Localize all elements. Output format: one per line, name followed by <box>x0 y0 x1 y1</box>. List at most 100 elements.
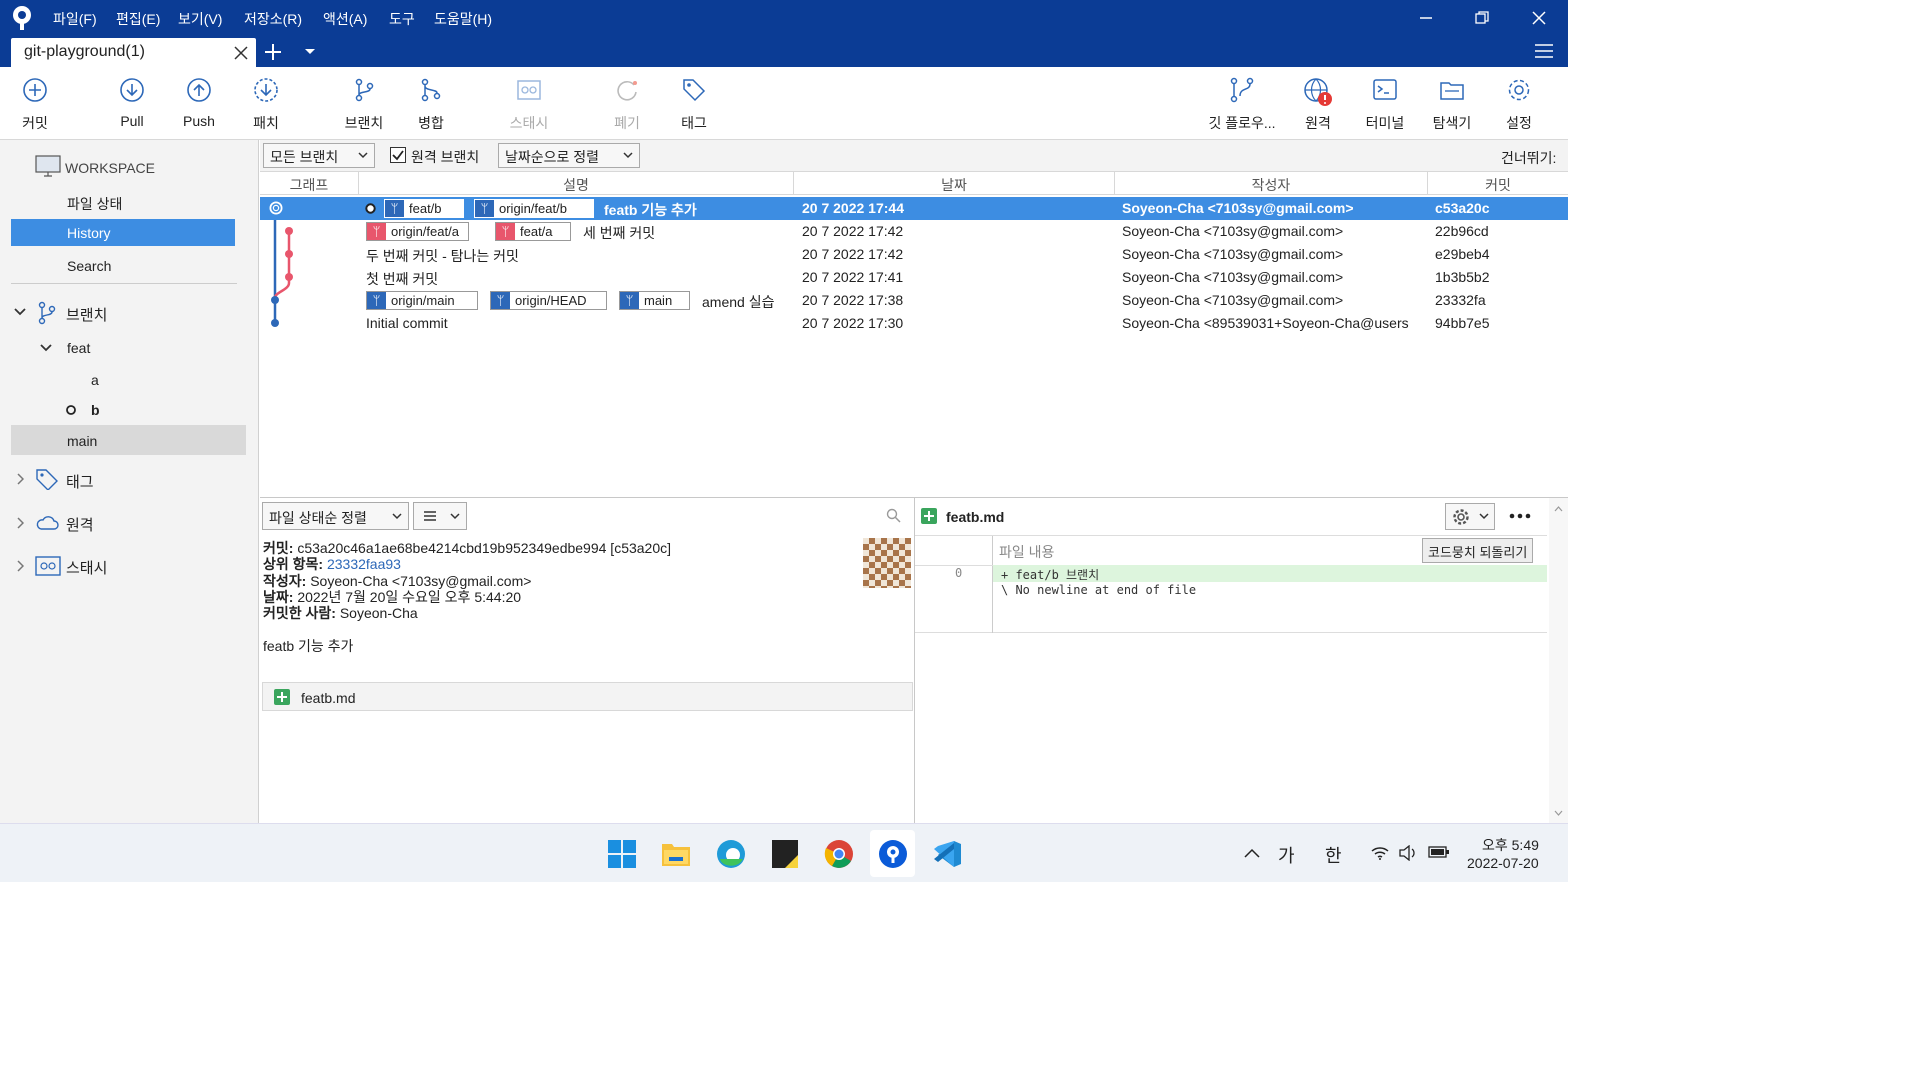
folder-feat[interactable]: feat <box>67 340 90 356</box>
tab-dropdown-icon[interactable] <box>304 48 316 56</box>
explorer-button[interactable]: 탐색기 <box>1417 67 1487 137</box>
chrome-icon[interactable] <box>824 839 854 869</box>
sidebar-item-file-status[interactable]: 파일 상태 <box>67 194 122 214</box>
tags-heading[interactable]: 태그 <box>66 471 94 492</box>
patch-button[interactable]: 패치 <box>231 67 301 137</box>
branch-label-feat-a[interactable]: ᛘ feat/a <box>495 222 571 241</box>
branch-label-feat-b[interactable]: ᛘ feat/b <box>384 199 464 218</box>
changed-file-row[interactable]: featb.md <box>262 682 913 711</box>
col-graph[interactable]: 그래프 <box>260 175 358 195</box>
commit-row[interactable]: ᛘ feat/b ᛘ origin/feat/b featb 기능 추가 20 7 … <box>260 197 1568 220</box>
sidebar-item-history[interactable]: History <box>11 219 235 246</box>
scroll-down-icon[interactable] <box>1554 810 1563 816</box>
windows-start-icon[interactable] <box>608 840 636 868</box>
commit-author: Soyeon-Cha <7103sy@gmail.com> <box>1122 223 1344 239</box>
vscode-icon[interactable] <box>932 839 962 869</box>
repo-tab[interactable]: git-playground(1) <box>11 38 256 67</box>
branch-label-origin-head[interactable]: ᛘ origin/HEAD <box>490 291 607 310</box>
diff-scrollbar[interactable] <box>1549 498 1568 823</box>
new-tab-icon[interactable] <box>264 43 282 61</box>
chevron-right-icon[interactable] <box>16 560 24 572</box>
close-tab-icon[interactable] <box>234 46 248 60</box>
branch-b[interactable]: b <box>91 402 100 418</box>
remotes-heading[interactable]: 원격 <box>66 514 94 535</box>
menu-actions[interactable]: 액션(A) <box>323 9 367 29</box>
hamburger-menu-icon[interactable] <box>1535 43 1553 59</box>
chevron-down-icon[interactable] <box>14 307 26 317</box>
view-mode-dropdown[interactable] <box>413 502 467 530</box>
chevron-right-icon[interactable] <box>16 473 24 485</box>
clock-time[interactable]: 오후 5:49 <box>1482 835 1539 855</box>
menu-file[interactable]: 파일(F) <box>53 9 97 29</box>
more-options-icon[interactable] <box>1509 513 1531 519</box>
wifi-icon[interactable] <box>1371 846 1389 860</box>
menu-repository[interactable]: 저장소(R) <box>244 9 302 29</box>
commit-author: Soyeon-Cha <7103sy@gmail.com> <box>1122 269 1344 285</box>
branch-label-origin-main[interactable]: ᛘ origin/main <box>366 291 478 310</box>
col-author[interactable]: 작성자 <box>1115 175 1427 195</box>
col-date[interactable]: 날짜 <box>794 175 1114 195</box>
diff-options-dropdown[interactable] <box>1445 503 1495 530</box>
commit-row[interactable]: ᛘ origin/feat/a ᛘ feat/a 세 번째 커밋 20 7 2022… <box>260 220 1568 243</box>
branch-label-origin-feat-a[interactable]: ᛘ origin/feat/a <box>366 222 469 241</box>
sticky-notes-icon[interactable] <box>771 839 799 869</box>
file-sort-dropdown[interactable]: 파일 상태순 정렬 <box>262 502 409 530</box>
branch-filter-value: 모든 브랜치 <box>270 149 339 165</box>
clock-date[interactable]: 2022-07-20 <box>1467 855 1539 871</box>
stashes-heading[interactable]: 스태시 <box>66 557 107 578</box>
close-icon[interactable] <box>1531 10 1547 26</box>
commit-date: 20 7 2022 17:42 <box>802 223 904 239</box>
branch-label-origin-feat-b[interactable]: ᛘ origin/feat/b <box>474 199 594 218</box>
sidebar-item-search[interactable]: Search <box>67 258 111 274</box>
merge-label: 병합 <box>418 115 444 131</box>
menu-help[interactable]: 도움말(H) <box>434 9 492 29</box>
tag-button[interactable]: 태그 <box>659 67 729 137</box>
chevron-down-icon <box>450 513 460 520</box>
branch-label-main[interactable]: ᛘ main <box>619 291 690 310</box>
commit-row[interactable]: Initial commit 20 7 2022 17:30 Soyeon-Ch… <box>260 312 1568 335</box>
minimize-icon[interactable] <box>1418 10 1434 26</box>
ime-mode-indicator[interactable]: 가 <box>1278 842 1295 868</box>
branch-main[interactable]: main <box>11 425 246 455</box>
pull-button[interactable]: Pull <box>97 67 167 137</box>
volume-icon[interactable] <box>1399 845 1417 861</box>
parent-link[interactable]: 23332faa93 <box>327 556 401 572</box>
chevron-up-icon[interactable] <box>1244 848 1260 858</box>
stash-button[interactable]: 스태시 <box>494 67 564 137</box>
col-description[interactable]: 설명 <box>359 175 793 195</box>
scroll-up-icon[interactable] <box>1554 506 1563 512</box>
gitflow-button[interactable]: 깃 플로우... <box>1204 67 1280 137</box>
terminal-button[interactable]: 터미널 <box>1350 67 1420 137</box>
battery-icon[interactable] <box>1428 845 1450 859</box>
remote-branches-checkbox[interactable] <box>390 147 406 163</box>
edge-browser-icon[interactable] <box>716 839 746 869</box>
sourcetree-taskbar-button[interactable] <box>870 830 915 877</box>
commit-button[interactable]: 커밋 <box>0 67 70 137</box>
search-icon[interactable] <box>886 508 901 523</box>
branches-heading[interactable]: 브랜치 <box>66 304 107 325</box>
branch-filter-dropdown[interactable]: 모든 브랜치 <box>263 143 375 168</box>
restore-icon[interactable] <box>1474 10 1490 26</box>
col-commit[interactable]: 커밋 <box>1428 175 1568 195</box>
menu-tools[interactable]: 도구 <box>389 9 415 29</box>
settings-button[interactable]: 설정 <box>1484 67 1554 137</box>
commit-row[interactable]: 두 번째 커밋 - 탐나는 커밋 20 7 2022 17:42 Soyeon-… <box>260 243 1568 266</box>
menu-view[interactable]: 보기(V) <box>178 9 222 29</box>
branch-button[interactable]: 브랜치 <box>329 67 399 137</box>
branch-a[interactable]: a <box>91 372 99 388</box>
ime-language-indicator[interactable]: 한 <box>1325 842 1342 868</box>
merge-button[interactable]: 병합 <box>396 67 466 137</box>
gear-icon <box>1508 79 1530 101</box>
revert-hunk-button[interactable]: 코드뭉치 되돌리기 <box>1422 538 1534 563</box>
remote-button[interactable]: 원격 <box>1283 67 1353 137</box>
taskbar: 가 한 오후 5:49 2022-07-20 <box>0 823 1568 882</box>
menu-edit[interactable]: 편집(E) <box>116 9 160 29</box>
commit-row[interactable]: ᛘ origin/main ᛘ origin/HEAD ᛘ main amend 실습… <box>260 289 1568 312</box>
chevron-right-icon[interactable] <box>16 517 24 529</box>
sort-dropdown[interactable]: 날짜순으로 정렬 <box>498 143 640 168</box>
push-button[interactable]: Push <box>164 67 234 137</box>
file-explorer-icon[interactable] <box>661 840 691 868</box>
chevron-down-icon[interactable] <box>40 343 52 353</box>
discard-button[interactable]: 폐기 <box>592 67 662 137</box>
commit-row[interactable]: 첫 번째 커밋 20 7 2022 17:41 Soyeon-Cha <7103… <box>260 266 1568 289</box>
